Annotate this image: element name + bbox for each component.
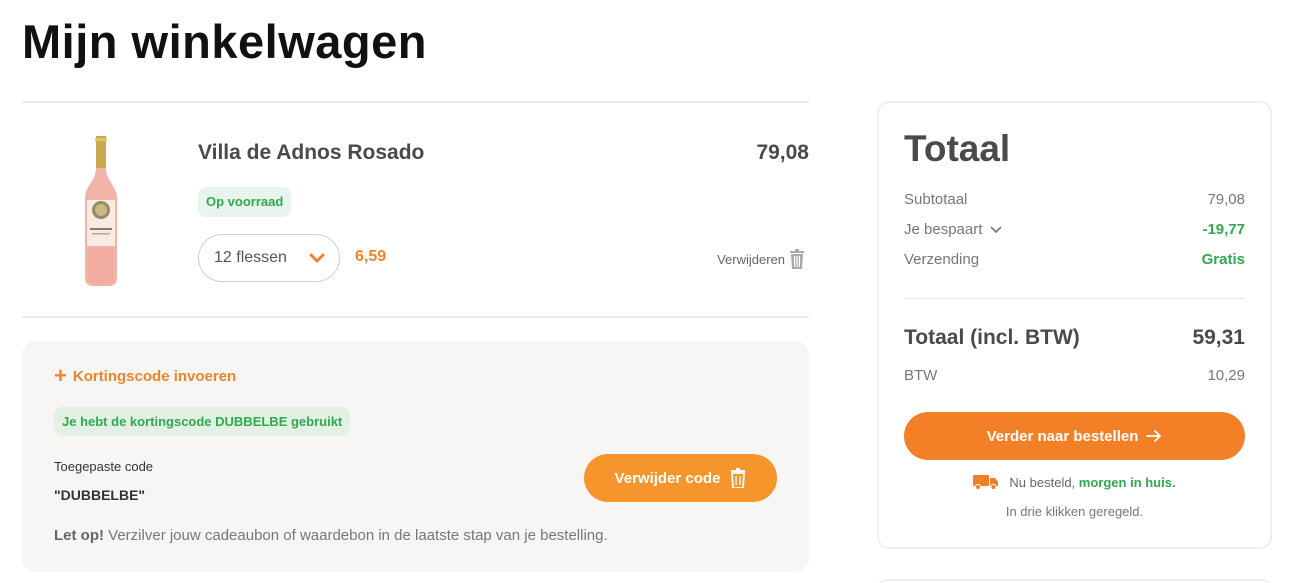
total-value: 59,31 [1192,326,1245,349]
applied-code-value: "DUBBELBE" [54,487,146,503]
add-discount-code-label: Kortingscode invoeren [72,367,237,385]
total-row: Totaal (incl. BTW) 59,31 [904,326,1245,350]
quantity-select[interactable]: 12 flessen [198,234,340,282]
cart-item: Villa de Adnos Rosado 79,08 Op voorraad … [22,103,809,316]
code-used-notice: Je hebt de kortingscode DUBBELBE gebruik… [54,407,351,436]
product-image[interactable] [82,136,120,286]
remove-item-label: Verwijderen [717,251,785,267]
cart-items: Villa de Adnos Rosado 79,08 Op voorraad … [22,101,809,318]
order-summary: Totaal Subtotaal 79,08 Je bespaart -19,7… [877,101,1272,549]
page-title: Mijn winkelwagen [22,15,427,68]
proceed-to-checkout-label: Verder naar bestellen [986,427,1139,445]
subtotal-row: Subtotaal 79,08 [904,191,1245,208]
btw-label: BTW [904,367,938,384]
quantity-value: 12 flessen [214,249,287,266]
btw-value: 10,29 [1207,367,1245,384]
subtotal-label: Subtotaal [904,191,968,208]
line-total-price: 79,08 [756,141,809,164]
remove-code-label: Verwijder code [614,469,721,487]
total-label: Totaal (incl. BTW) [904,326,1080,349]
divider [904,298,1245,299]
product-name[interactable]: Villa de Adnos Rosado [198,141,424,165]
summary-title: Totaal [904,128,1011,169]
shipping-value: Gratis [1201,251,1245,268]
divider [22,316,809,318]
voucher-note-text: Verzilver jouw cadeaubon of waardebon in… [104,527,608,544]
voucher-note: Let op! Verzilver jouw cadeaubon of waar… [54,527,608,544]
delivery-highlight: morgen in huis. [1078,474,1176,490]
unit-price: 6,59 [355,248,387,265]
btw-row: BTW 10,29 [904,367,1245,384]
chevron-down-icon [309,253,325,263]
trash-icon [731,468,746,488]
add-discount-code-link[interactable]: + Kortingscode invoeren [54,363,237,388]
plus-icon: + [54,363,67,388]
remove-code-button[interactable]: Verwijder code [584,454,777,502]
applied-code-label: Toegepaste code [54,459,154,474]
shipping-row: Verzending Gratis [904,251,1245,268]
arrow-right-icon [1146,430,1162,442]
stock-badge: Op voorraad [198,187,292,217]
chevron-down-icon [990,225,1002,233]
savings-value: -19,77 [1202,221,1245,238]
remove-item-button[interactable]: Verwijderen [717,249,805,269]
savings-row[interactable]: Je bespaart -19,77 [904,221,1245,238]
truck-icon [973,475,999,490]
checkout-tagline: In drie klikken geregeld. [1005,504,1144,519]
trash-icon [790,249,804,269]
savings-label: Je bespaart [904,221,983,238]
delivery-promise: Nu besteld, morgen in huis. [879,474,1270,490]
voucher-note-emphasis: Let op! [54,527,104,544]
discount-panel: + Kortingscode invoeren Je hebt de korti… [22,341,809,572]
savings-toggle[interactable]: Je bespaart [904,221,1002,238]
subtotal-value: 79,08 [1207,191,1245,208]
next-card-edge [877,579,1272,583]
shipping-label: Verzending [904,251,980,268]
proceed-to-checkout-button[interactable]: Verder naar bestellen [904,412,1245,460]
delivery-text: Nu besteld, morgen in huis. [1009,474,1176,490]
